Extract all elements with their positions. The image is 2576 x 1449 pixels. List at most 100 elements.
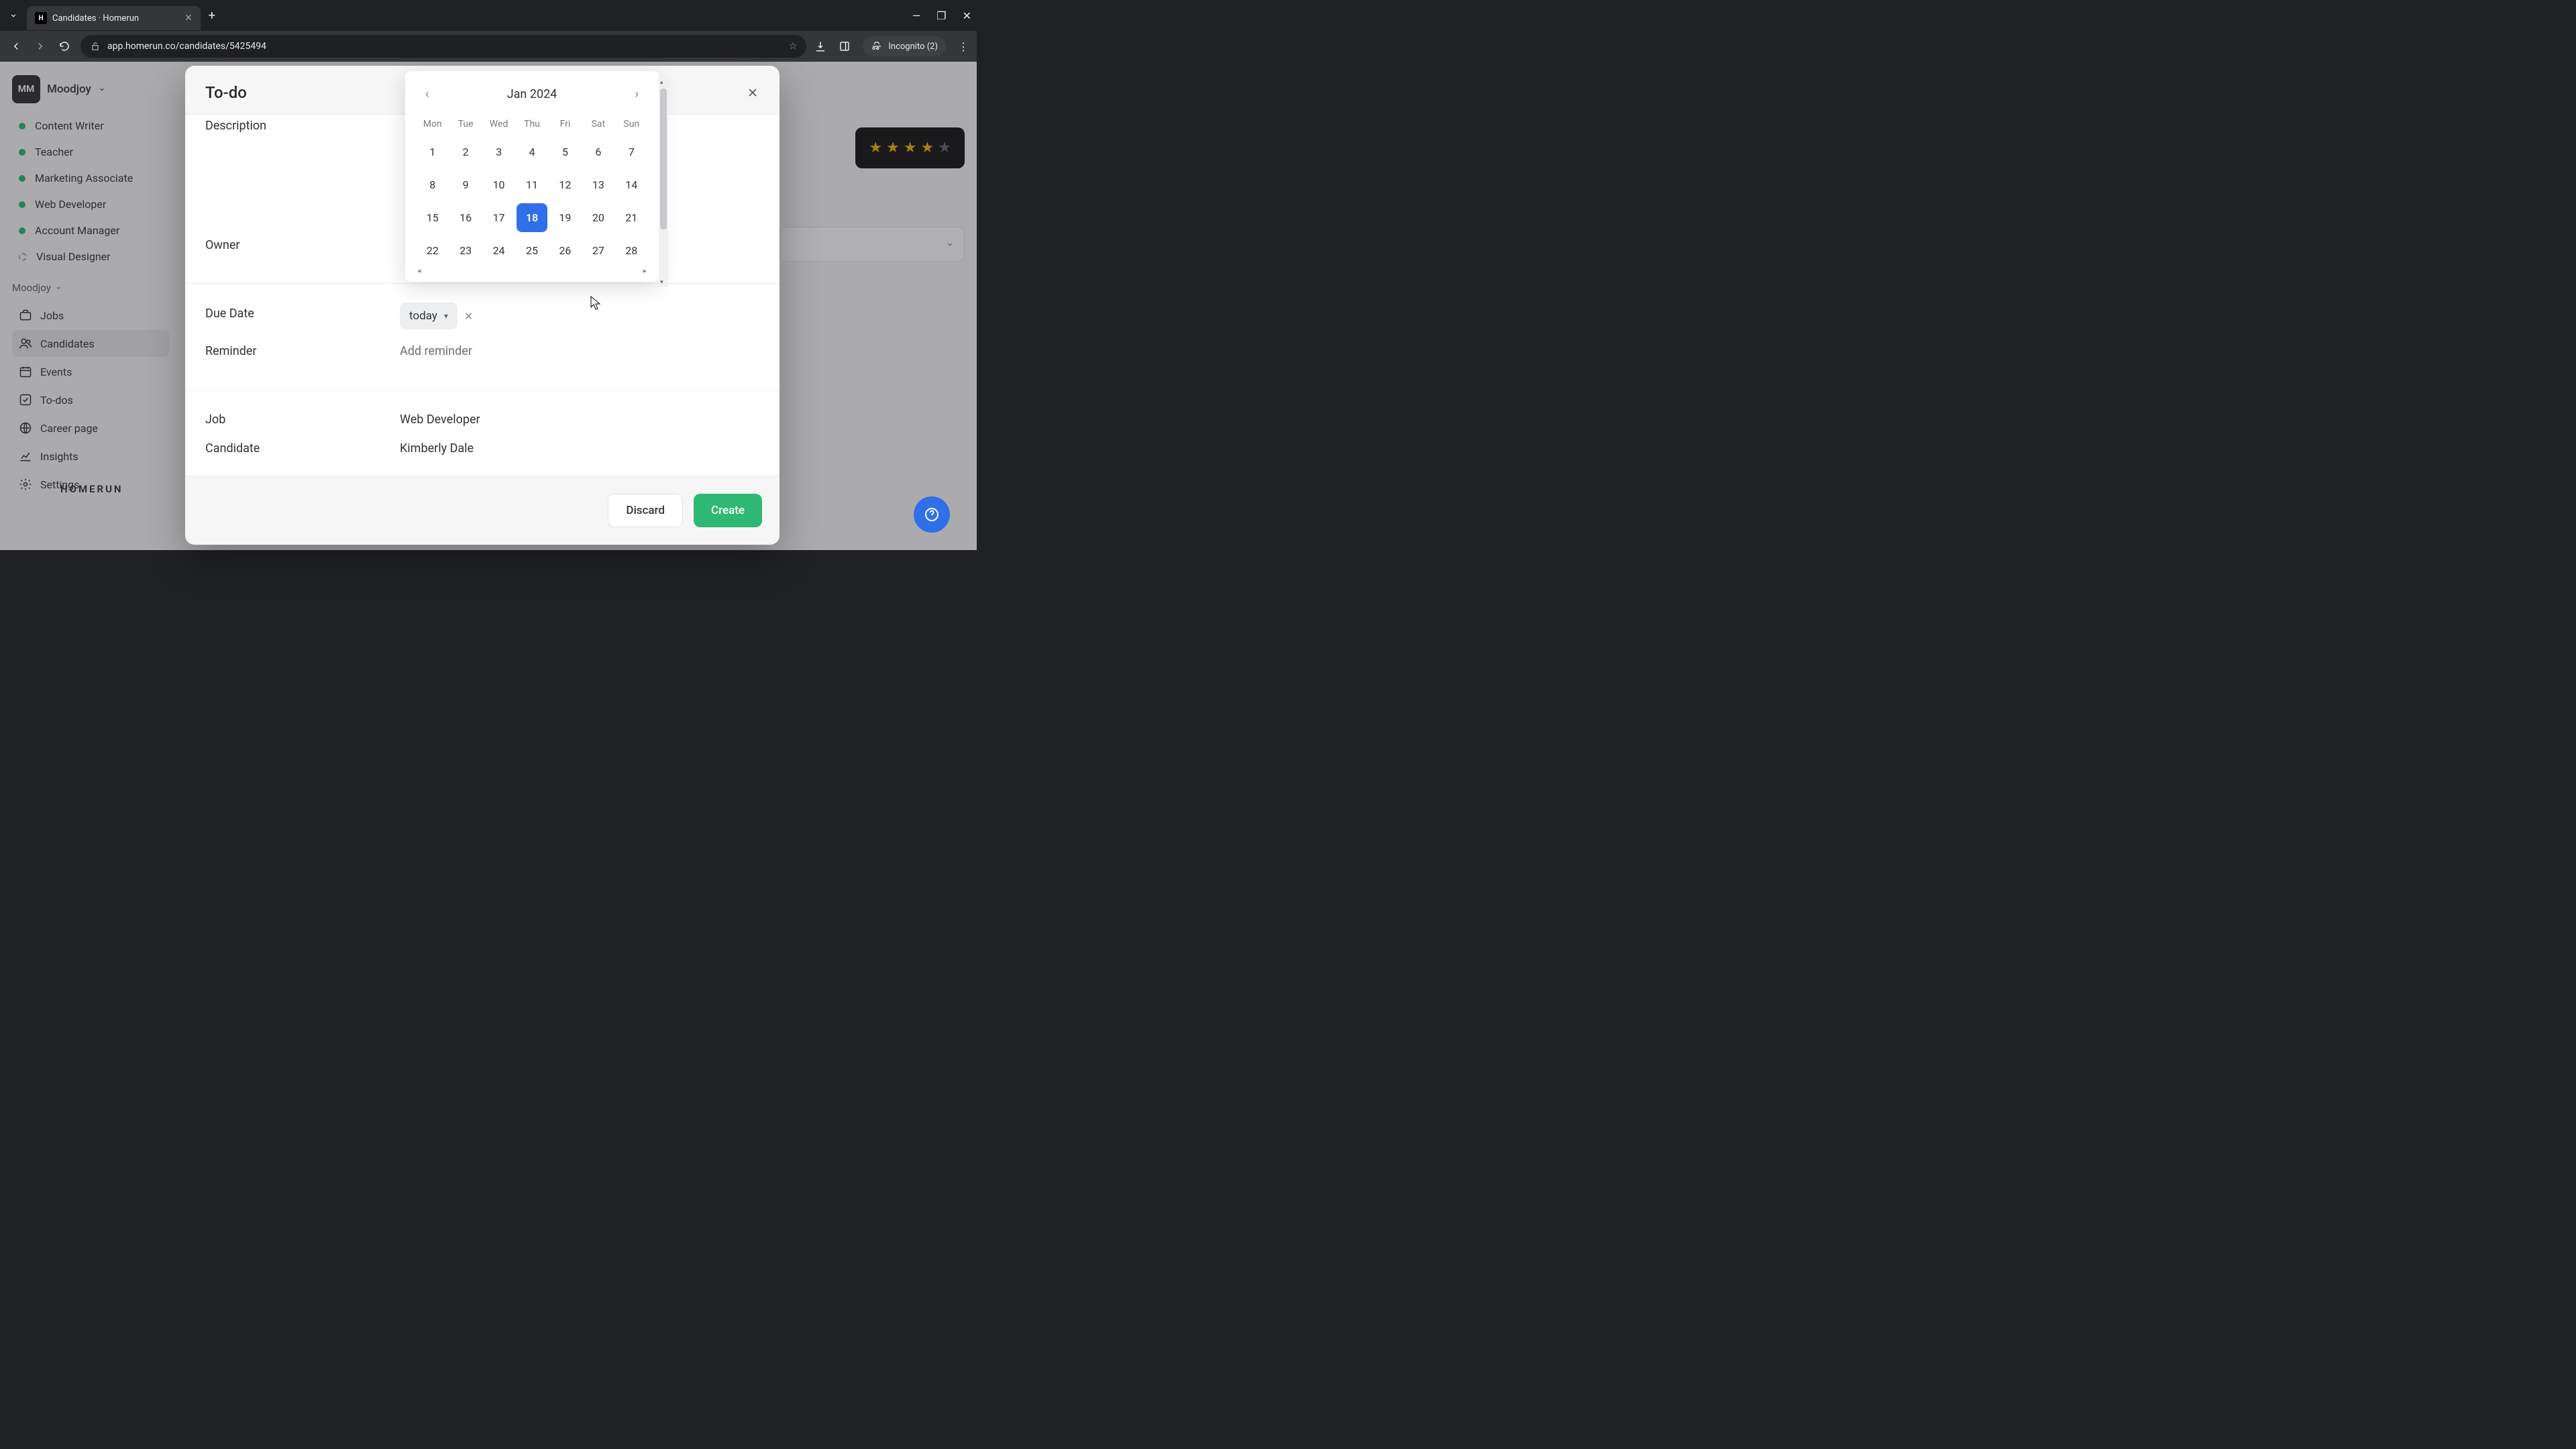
calendar-day[interactable]: 9	[450, 170, 480, 199]
bookmark-star-icon[interactable]: ☆	[789, 41, 798, 52]
job-value: Web Developer	[400, 409, 480, 427]
reload-icon	[58, 40, 70, 52]
browser-tab-strip: H Candidates · Homerun ✕ + ― ❐ ✕	[0, 0, 977, 31]
arrow-left-icon	[10, 40, 22, 52]
reading-list-button[interactable]	[839, 40, 851, 52]
create-button[interactable]: Create	[694, 494, 762, 527]
label-description: Description	[205, 115, 380, 133]
calendar-day[interactable]: 24	[484, 236, 514, 265]
calendar-day[interactable]: 23	[450, 236, 480, 265]
calendar-day[interactable]: 13	[583, 170, 613, 199]
row-reminder: Reminder Add reminder	[185, 335, 780, 377]
incognito-icon	[871, 40, 883, 52]
download-icon	[814, 40, 826, 52]
reload-button[interactable]	[56, 38, 72, 54]
browser-menu-button[interactable]: ⋮	[958, 40, 969, 53]
weekday-header: Wed	[484, 115, 514, 133]
weekday-header: Thu	[517, 115, 547, 133]
calendar-day[interactable]: 26	[550, 236, 580, 265]
maximize-button[interactable]: ❐	[936, 9, 946, 22]
calendar-day[interactable]: 1	[417, 138, 447, 166]
label-candidate: Candidate	[205, 437, 380, 455]
incognito-label: Incognito (2)	[888, 42, 938, 52]
panel-icon	[839, 40, 851, 52]
month-label: Jan 2024	[507, 87, 557, 101]
calendar-day[interactable]: 2	[450, 138, 480, 166]
calendar-day[interactable]: 14	[616, 170, 647, 199]
tab-title: Candidates · Homerun	[52, 13, 139, 23]
tab-list-dropdown[interactable]	[5, 7, 21, 23]
incognito-indicator[interactable]: Incognito (2)	[863, 36, 946, 56]
label-reminder: Reminder	[205, 340, 380, 358]
scrollbar-thumb[interactable]	[660, 89, 667, 229]
scroll-left-icon: ◂	[417, 266, 421, 275]
calendar-day[interactable]: 5	[550, 138, 580, 166]
calendar-day[interactable]: 15	[417, 203, 447, 232]
row-due-date: Due Date today ▾ ✕	[185, 284, 780, 335]
forward-button[interactable]	[32, 38, 48, 54]
chevron-down-icon	[9, 11, 18, 20]
tab-close-button[interactable]: ✕	[184, 13, 193, 23]
modal-close-button[interactable]	[746, 86, 759, 99]
calendar-day[interactable]: 3	[484, 138, 514, 166]
calendar-day[interactable]: 27	[583, 236, 613, 265]
weekday-header: Tue	[450, 115, 480, 133]
calendar-day[interactable]: 6	[583, 138, 613, 166]
due-date-value: today	[409, 309, 437, 323]
minimize-button[interactable]: ―	[912, 9, 921, 22]
calendar-day[interactable]: 11	[517, 170, 547, 199]
calendar-day[interactable]: 10	[484, 170, 514, 199]
close-icon	[746, 86, 759, 99]
row-candidate: Candidate Kimberly Dale	[185, 432, 780, 476]
browser-tab[interactable]: H Candidates · Homerun ✕	[27, 6, 201, 30]
browser-toolbar: app.homerun.co/candidates/5425494 ☆ Inco…	[0, 31, 977, 62]
calendar-day[interactable]: 21	[616, 203, 647, 232]
add-reminder-button[interactable]: Add reminder	[400, 340, 472, 358]
downloads-button[interactable]	[814, 40, 826, 52]
address-bar[interactable]: app.homerun.co/candidates/5425494 ☆	[80, 35, 806, 58]
label-job: Job	[205, 409, 380, 427]
clear-due-date[interactable]: ✕	[464, 310, 473, 323]
label-due-date: Due Date	[205, 303, 380, 329]
calendar-day[interactable]: 19	[550, 203, 580, 232]
prev-month-button[interactable]: ‹	[420, 85, 434, 104]
calendar-day[interactable]: 20	[583, 203, 613, 232]
label-owner: Owner	[205, 234, 380, 252]
calendar-day[interactable]: 22	[417, 236, 447, 265]
window-controls: ― ❐ ✕	[912, 9, 971, 22]
modal-title: To-do	[205, 83, 247, 102]
scroll-down-icon: ▾	[660, 279, 663, 286]
date-picker: ‹ Jan 2024 › MonTueWedThuFriSatSun123456…	[405, 71, 659, 282]
weekday-header: Mon	[417, 115, 447, 133]
chevron-down-icon: ▾	[444, 311, 448, 321]
due-date-control: today ▾ ✕	[400, 303, 473, 329]
next-month-button[interactable]: ›	[630, 85, 644, 104]
calendar-day[interactable]: 7	[616, 138, 647, 166]
weekday-header: Sat	[583, 115, 613, 133]
calendar-day[interactable]: 25	[517, 236, 547, 265]
calendar-day[interactable]: 16	[450, 203, 480, 232]
scroll-up-icon: ▴	[660, 79, 663, 86]
horizontal-scroll-hint: ◂▸	[417, 265, 647, 276]
app-viewport: MM Moodjoy Content Writer Teacher Market…	[0, 62, 977, 550]
calendar-day[interactable]: 4	[517, 138, 547, 166]
calendar-day[interactable]: 18	[517, 203, 547, 232]
help-icon	[924, 506, 940, 523]
calendar-day[interactable]: 8	[417, 170, 447, 199]
url-text: app.homerun.co/candidates/5425494	[107, 41, 266, 52]
help-fab[interactable]	[914, 496, 950, 533]
close-window-button[interactable]: ✕	[963, 9, 971, 22]
discard-button[interactable]: Discard	[608, 494, 683, 527]
tab-favicon: H	[35, 12, 47, 24]
calendar-day[interactable]: 12	[550, 170, 580, 199]
calendar-day[interactable]: 17	[484, 203, 514, 232]
new-tab-button[interactable]: +	[209, 9, 215, 23]
site-info-icon[interactable]	[90, 41, 101, 52]
scroll-right-icon: ▸	[643, 266, 647, 275]
calendar-grid: MonTueWedThuFriSatSun1234567891011121314…	[417, 115, 647, 265]
calendar-day[interactable]: 28	[616, 236, 647, 265]
back-button[interactable]	[8, 38, 24, 54]
row-job: Job Web Developer	[185, 391, 780, 432]
datepicker-scrollbar[interactable]: ▴ ▾	[659, 78, 668, 287]
due-date-chip[interactable]: today ▾	[400, 303, 458, 329]
